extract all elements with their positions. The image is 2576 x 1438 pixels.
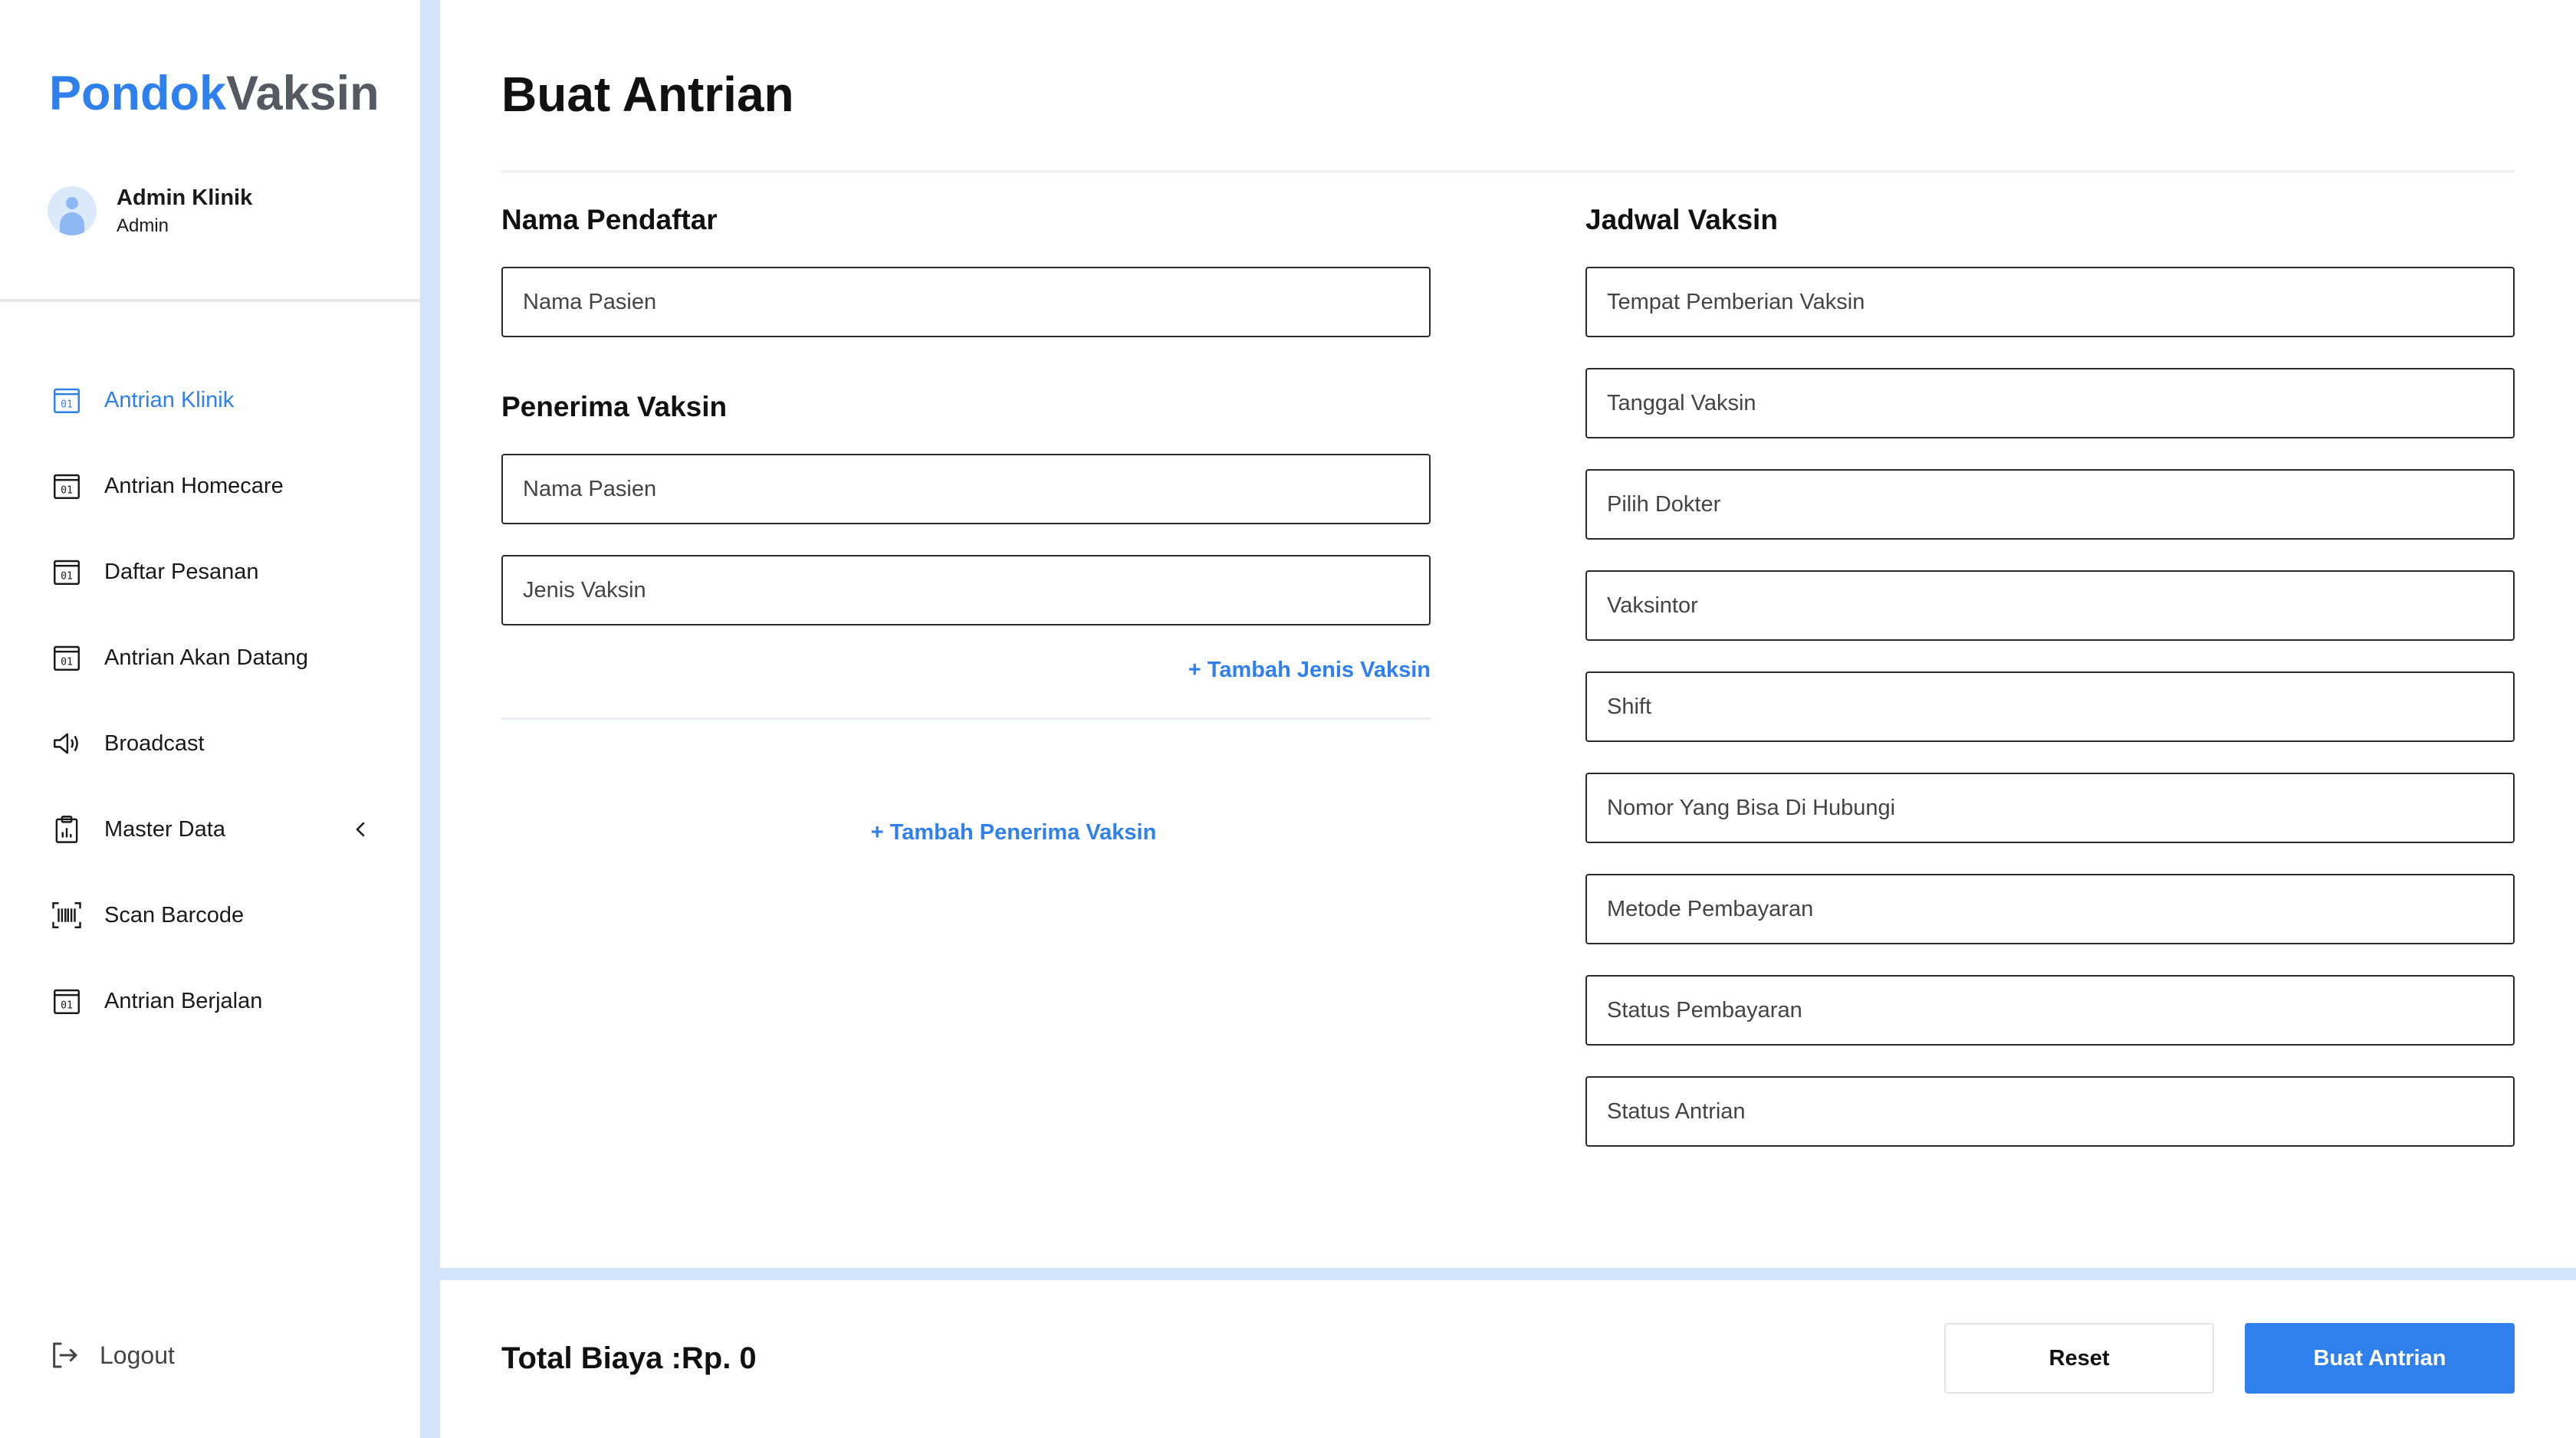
section-heading-penerima: Penerima Vaksin	[501, 391, 728, 422]
recipient-name-field[interactable]: Nama Pasien	[501, 454, 1431, 524]
contact-number-field[interactable]: Nomor Yang Bisa Di Hubungi	[1585, 773, 2515, 843]
barcode-icon	[52, 902, 81, 928]
add-vaccine-type-link[interactable]: + Tambah Jenis Vaksin	[1188, 658, 1431, 683]
sidebar-item-antrian-klinik[interactable]: 01 Antrian Klinik	[51, 357, 373, 443]
sidebar: PondokVaksin Admin Klinik Admin 01 Antri…	[0, 0, 420, 1438]
vaccination-date-field[interactable]: Tanggal Vaksin	[1585, 368, 2515, 438]
logout-label: Logout	[100, 1341, 175, 1369]
main-content: Buat Antrian Nama Pendaftar Nama Pasien …	[440, 0, 2576, 1265]
sidebar-edge	[420, 0, 440, 1438]
sidebar-item-master-data[interactable]: Master Data	[51, 786, 373, 872]
page-title: Buat Antrian	[501, 67, 794, 122]
user-profile: Admin Klinik Admin	[48, 184, 252, 238]
user-name: Admin Klinik	[117, 185, 253, 210]
doctor-select[interactable]: Pilih Dokter	[1585, 469, 2515, 540]
sidebar-item-label: Antrian Klinik	[104, 387, 235, 412]
sidebar-item-label: Antrian Berjalan	[104, 988, 263, 1013]
sidebar-item-antrian-homecare[interactable]: 01 Antrian Homecare	[51, 443, 373, 529]
vaccination-place-field[interactable]: Tempat Pemberian Vaksin	[1585, 267, 2515, 337]
section-heading-pendaftar: Nama Pendaftar	[501, 204, 718, 235]
recipient-divider	[501, 717, 1431, 720]
footer-divider	[440, 1268, 2576, 1280]
speaker-icon	[54, 733, 78, 754]
svg-text:01: 01	[61, 399, 73, 411]
svg-text:01: 01	[61, 1000, 73, 1012]
total-cost-value: Rp. 0	[681, 1341, 757, 1375]
sidebar-item-label: Scan Barcode	[104, 902, 245, 927]
sidebar-item-label: Master Data	[104, 816, 225, 842]
footer-bar: Total Biaya : Rp. 0 Reset Buat Antrian	[440, 1280, 2576, 1438]
total-cost-label: Total Biaya :	[501, 1341, 682, 1375]
sidebar-item-label: Antrian Akan Datang	[104, 645, 309, 670]
logout-button[interactable]: Logout	[49, 1340, 175, 1371]
logout-icon	[53, 1342, 77, 1368]
queue-status-field[interactable]: Status Antrian	[1585, 1076, 2515, 1147]
sidebar-item-antrian-berjalan[interactable]: 01 Antrian Berjalan	[51, 958, 373, 1044]
total-cost: Total Biaya : Rp. 0	[501, 1341, 757, 1376]
sidebar-item-label: Daftar Pesanan	[104, 559, 259, 584]
sidebar-nav: 01 Antrian Klinik 01 Antrian Homecare 01…	[51, 357, 373, 1044]
queue-calendar-icon: 01	[54, 645, 80, 671]
clipboard-chart-icon	[55, 816, 78, 843]
registrant-name-field[interactable]: Nama Pasien	[501, 267, 1431, 337]
create-queue-button[interactable]: Buat Antrian	[2245, 1323, 2515, 1394]
queue-calendar-icon: 01	[54, 989, 80, 1014]
brand-logo-part1: Pondok	[49, 67, 226, 120]
queue-calendar-icon: 01	[54, 474, 80, 499]
chevron-left-icon[interactable]	[350, 818, 373, 841]
title-divider	[501, 170, 2515, 172]
brand-logo-part2: Vaksin	[226, 67, 380, 120]
sidebar-item-label: Broadcast	[104, 730, 205, 756]
sidebar-item-antrian-akan-datang[interactable]: 01 Antrian Akan Datang	[51, 615, 373, 701]
payment-status-field[interactable]: Status Pembayaran	[1585, 975, 2515, 1046]
shift-field[interactable]: Shift	[1585, 671, 2515, 742]
sidebar-divider	[0, 299, 420, 302]
vaccine-type-field[interactable]: Jenis Vaksin	[501, 555, 1431, 625]
brand-logo[interactable]: PondokVaksin	[49, 66, 380, 121]
sidebar-item-label: Antrian Homecare	[104, 473, 284, 498]
vaccinator-field[interactable]: Vaksintor	[1585, 570, 2515, 641]
user-role: Admin	[117, 215, 169, 236]
avatar	[48, 186, 97, 235]
svg-text:01: 01	[61, 657, 73, 668]
queue-calendar-icon: 01	[54, 388, 80, 413]
svg-text:01: 01	[61, 485, 73, 497]
sidebar-item-scan-barcode[interactable]: Scan Barcode	[51, 872, 373, 958]
sidebar-item-broadcast[interactable]: Broadcast	[51, 701, 373, 786]
add-recipient-link[interactable]: + Tambah Penerima Vaksin	[860, 820, 1167, 845]
section-heading-jadwal: Jadwal Vaksin	[1585, 204, 1778, 235]
sidebar-item-daftar-pesanan[interactable]: 01 Daftar Pesanan	[51, 529, 373, 615]
payment-method-field[interactable]: Metode Pembayaran	[1585, 874, 2515, 944]
queue-calendar-icon: 01	[54, 560, 80, 585]
reset-button[interactable]: Reset	[1944, 1323, 2214, 1394]
svg-text:01: 01	[61, 571, 73, 583]
